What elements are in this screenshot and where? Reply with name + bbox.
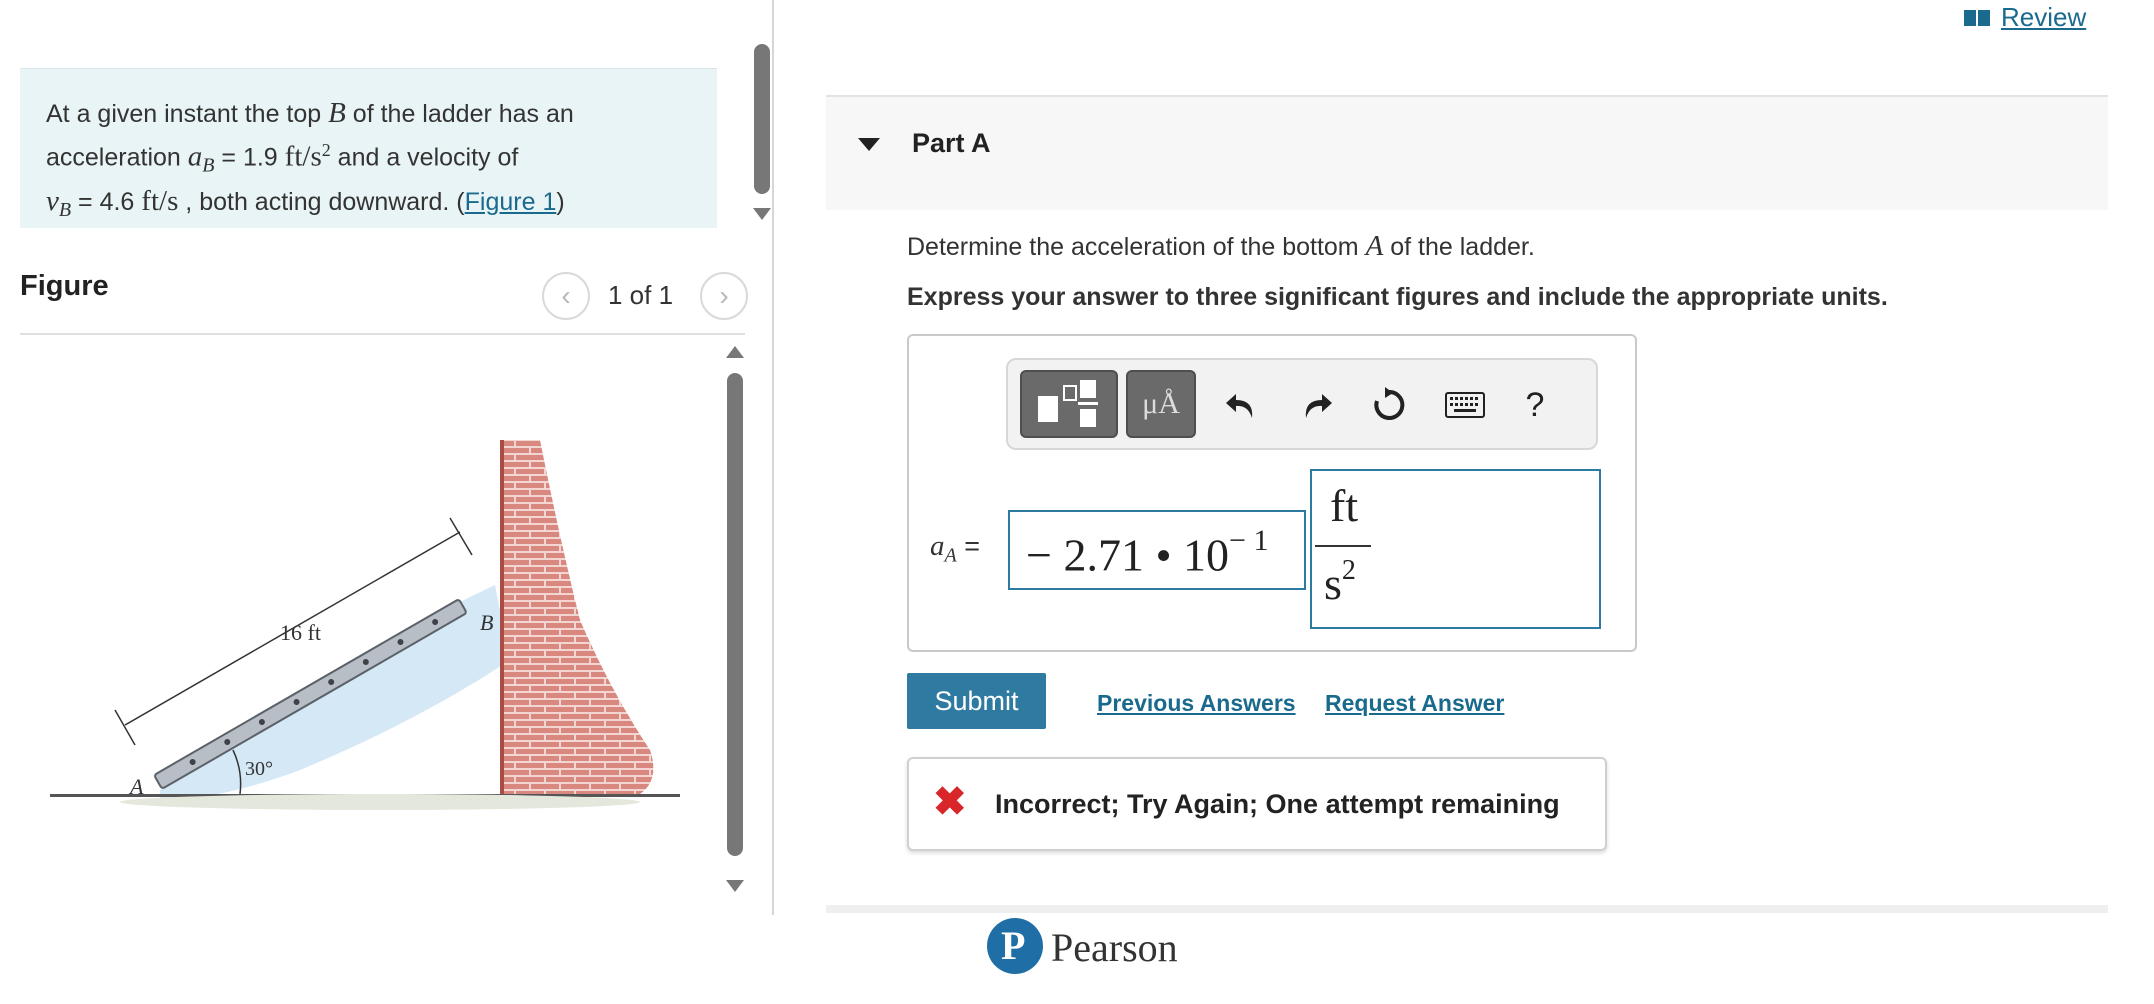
pearson-logo-icon: P	[987, 918, 1043, 974]
undo-button[interactable]	[1216, 380, 1266, 430]
question-part: Determine the acceleration of the bottom	[907, 233, 1366, 261]
answer-equals: =	[956, 531, 980, 561]
reset-button[interactable]	[1364, 380, 1414, 430]
section-bottom-rule	[826, 905, 2108, 913]
brick-wall	[502, 440, 654, 794]
problem-text: = 1.9	[214, 143, 285, 172]
figure-scrollbar-thumb[interactable]	[727, 373, 743, 856]
undo-icon	[1226, 394, 1253, 418]
pearson-logo-letter: P	[1001, 923, 1026, 968]
question-var: A	[1365, 230, 1384, 262]
problem-text: = 4.6	[71, 188, 142, 217]
figure-next-button[interactable]: ›	[700, 272, 748, 320]
templates-button[interactable]	[1020, 370, 1118, 438]
unit-fraction-bar	[1315, 545, 1371, 547]
units-button[interactable]: μÅ	[1126, 370, 1196, 438]
feedback-text: Incorrect; Try Again; One attempt remain…	[995, 789, 1560, 819]
problem-scroll-down-arrow[interactable]	[753, 208, 771, 220]
wall-edge	[500, 440, 504, 794]
keyboard-button[interactable]	[1440, 380, 1490, 430]
redo-button[interactable]	[1292, 380, 1342, 430]
math-toolbar: μÅ ?	[1006, 358, 1598, 450]
angle-label: 30°	[245, 758, 273, 780]
book-icon	[1964, 9, 1990, 26]
caret-down-icon[interactable]	[858, 138, 880, 151]
previous-answers-link[interactable]: Previous Answers	[1097, 690, 1296, 717]
problem-text: )	[556, 188, 565, 217]
x-mark-icon: ✖	[933, 780, 967, 824]
point-b-label: B	[480, 610, 493, 635]
problem-text: and a velocity of	[330, 143, 519, 172]
problem-sub-b: B	[202, 154, 215, 177]
question-text: Determine the acceleration of the bottom…	[907, 230, 1535, 263]
answer-sub: A	[944, 544, 957, 567]
question-part: of the ladder.	[1383, 233, 1535, 261]
templates-icon	[1038, 380, 1098, 427]
point-a-label: A	[128, 774, 144, 799]
answer-value: − 2.71 • 10− 1	[1026, 524, 1268, 581]
part-header[interactable]	[826, 95, 2108, 210]
ladder-figure: 16 ft 30° A B	[50, 440, 680, 810]
problem-text: acceleration	[46, 143, 188, 172]
ground-shadow	[120, 794, 640, 810]
unit-denominator: s2	[1324, 554, 1356, 610]
problem-var-a: a	[187, 140, 203, 173]
pane-separator[interactable]	[772, 0, 774, 915]
answer-value-main: − 2.71 • 10	[1026, 529, 1230, 581]
answer-value-exponent: − 1	[1229, 524, 1269, 557]
figure-scroll-up-arrow[interactable]	[726, 346, 744, 358]
review-link[interactable]: Review	[1963, 2, 2086, 33]
instruction-text: Express your answer to three significant…	[907, 283, 1888, 311]
pearson-brand: Pearson	[1051, 925, 1178, 970]
help-button[interactable]: ?	[1510, 380, 1560, 430]
figure-page-count: 1 of 1	[608, 280, 674, 310]
problem-text: of the ladder has an	[345, 100, 574, 128]
request-answer-link[interactable]: Request Answer	[1325, 690, 1504, 717]
unit-numerator: ft	[1330, 480, 1359, 531]
problem-statement: At a given instant the top B of the ladd…	[20, 68, 717, 228]
answer-var: a	[930, 530, 945, 562]
problem-unit-accel: ft/s	[284, 140, 322, 173]
review-label: Review	[2001, 2, 2087, 32]
chevron-left-icon: ‹	[561, 280, 571, 311]
redo-icon	[1305, 394, 1332, 418]
chevron-right-icon: ›	[719, 280, 729, 311]
problem-var-b: B	[328, 97, 346, 129]
problem-unit-velocity: ft/s	[141, 185, 179, 218]
units-label: μÅ	[1142, 387, 1180, 420]
problem-text: , both acting downward. (	[178, 188, 465, 217]
problem-text: At a given instant the top	[46, 100, 329, 128]
problem-sub-b: B	[58, 199, 72, 222]
figure-divider	[20, 333, 745, 335]
reset-icon	[1374, 387, 1405, 420]
answer-variable-label: aA =	[930, 530, 980, 567]
unit-denominator-exp: 2	[1341, 554, 1356, 586]
submit-button[interactable]: Submit	[907, 673, 1046, 729]
help-icon: ?	[1525, 385, 1545, 424]
figure-title: Figure	[20, 270, 109, 302]
keyboard-icon	[1445, 392, 1485, 418]
unit-denominator-base: s	[1324, 558, 1342, 609]
figure-prev-button[interactable]: ‹	[542, 272, 590, 320]
part-title: Part A	[912, 128, 991, 158]
problem-var-v: v	[46, 185, 59, 218]
answer-unit-input[interactable]: ft s2	[1310, 469, 1601, 629]
length-label: 16 ft	[280, 620, 321, 645]
problem-scrollbar-thumb[interactable]	[754, 44, 770, 194]
problem-unit-exp: 2	[321, 140, 331, 160]
figure-scroll-down-arrow[interactable]	[726, 880, 744, 892]
figure-link[interactable]: Figure 1	[465, 188, 557, 216]
answer-value-input[interactable]: − 2.71 • 10− 1	[1008, 510, 1306, 590]
feedback-message: ✖ Incorrect; Try Again; One attempt rema…	[907, 757, 1607, 851]
